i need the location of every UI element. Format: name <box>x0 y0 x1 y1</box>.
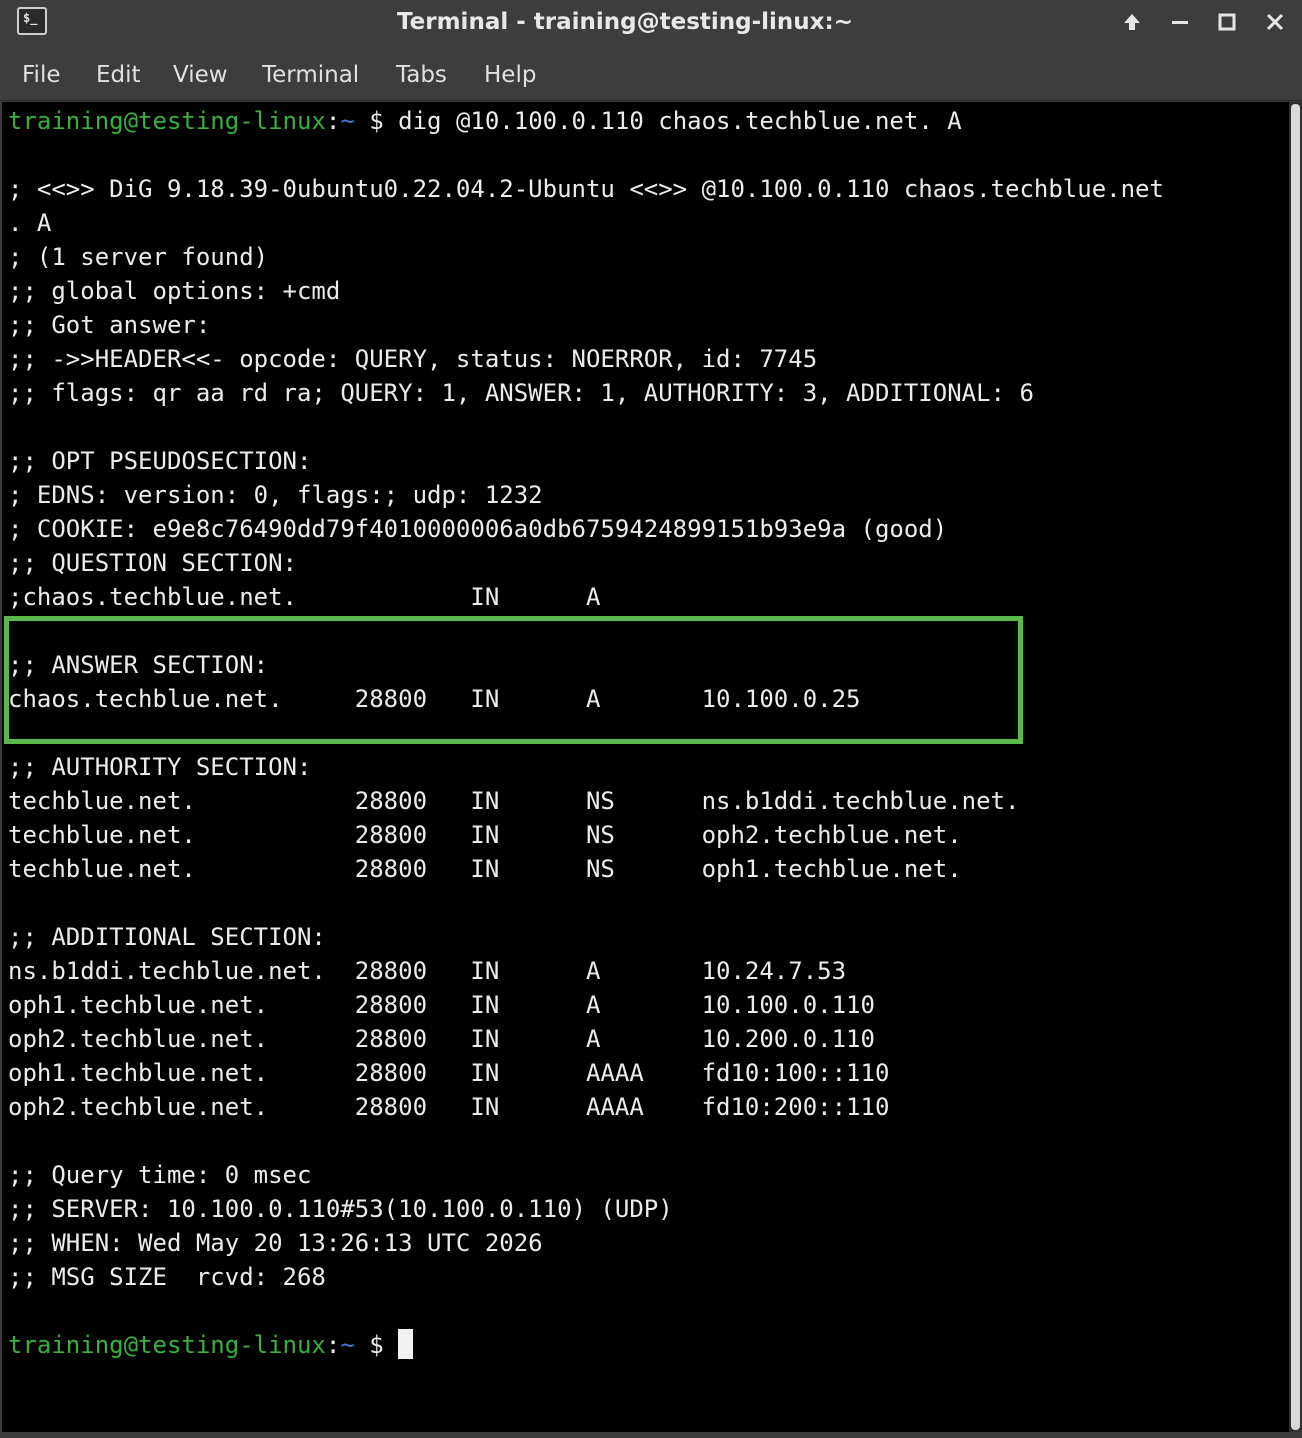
output-line: techblue.net. 28800 IN NS ns.b1ddi.techb… <box>8 787 1020 815</box>
output-line: ns.b1ddi.techblue.net. 28800 IN A 10.24.… <box>8 957 847 985</box>
active-prompt-line[interactable]: training@testing-linux:~ $ <box>8 1328 414 1362</box>
prompt-colon: : <box>325 1331 341 1359</box>
output-line: ; (1 server found) <box>8 243 269 271</box>
output-line: ; COOKIE: e9e8c76490dd79f4010000006a0db6… <box>8 515 948 543</box>
terminal-window: $_ Terminal - training@testing-linux:~ F… <box>0 0 1302 1438</box>
output-line: ;; MSG SIZE rcvd: 268 <box>8 1263 326 1291</box>
menu-edit[interactable]: Edit <box>96 44 141 100</box>
output-line: ; <<>> DiG 9.18.39-0ubuntu0.22.04.2-Ubun… <box>8 175 1164 203</box>
menu-bar: File Edit View Terminal Tabs Help <box>0 44 1302 101</box>
maximize-icon[interactable] <box>1207 0 1247 44</box>
prompt-path: ~ <box>340 1331 355 1359</box>
output-line: ;; AUTHORITY SECTION: <box>8 753 312 781</box>
output-line: oph1.techblue.net. 28800 IN AAAA fd10:10… <box>8 1059 890 1087</box>
output-line: ;; Query time: 0 msec <box>8 1161 312 1189</box>
prompt-colon: : <box>325 107 341 135</box>
window-title: Terminal - training@testing-linux:~ <box>397 9 853 35</box>
prompt-user-host: training@testing-linux <box>8 107 326 135</box>
title-bar[interactable]: $_ Terminal - training@testing-linux:~ <box>0 0 1302 44</box>
prompt-path: ~ <box>340 107 355 135</box>
output-line: ;; OPT PSEUDOSECTION: <box>8 447 312 475</box>
menu-file[interactable]: File <box>22 44 61 100</box>
output-line: ;; ->>HEADER<<- opcode: QUERY, status: N… <box>8 345 818 373</box>
output-line: oph1.techblue.net. 28800 IN A 10.100.0.1… <box>8 991 875 1019</box>
command-text: dig @10.100.0.110 chaos.techblue.net. A <box>398 107 962 135</box>
output-line: oph2.techblue.net. 28800 IN AAAA fd10:20… <box>8 1093 890 1121</box>
close-icon[interactable] <box>1255 0 1295 44</box>
menu-tabs[interactable]: Tabs <box>396 44 447 100</box>
output-line: techblue.net. 28800 IN NS oph2.techblue.… <box>8 821 962 849</box>
output-line: oph2.techblue.net. 28800 IN A 10.200.0.1… <box>8 1025 875 1053</box>
window-bottom-border <box>0 1432 1302 1438</box>
output-line: ;; flags: qr aa rd ra; QUERY: 1, ANSWER:… <box>8 379 1034 407</box>
output-line: . A <box>8 209 52 237</box>
output-line: ;; global options: +cmd <box>8 277 341 305</box>
terminal-output[interactable]: training@testing-linux:~ $ dig @10.100.0… <box>2 102 1289 1432</box>
output-line: ;; QUESTION SECTION: <box>8 549 297 577</box>
output-line: ;; ADDITIONAL SECTION: <box>8 923 326 951</box>
output-line: ;chaos.techblue.net. IN A <box>8 583 601 611</box>
prompt-user-host: training@testing-linux <box>8 1331 326 1359</box>
output-line: ; EDNS: version: 0, flags:; udp: 1232 <box>8 481 543 509</box>
arrow-up-icon[interactable] <box>1112 0 1152 44</box>
command-line: training@testing-linux:~ $ dig @10.100.0… <box>8 104 962 138</box>
output-line: ;; SERVER: 10.100.0.110#53(10.100.0.110)… <box>8 1195 673 1223</box>
scrollbar[interactable] <box>1289 102 1302 1432</box>
prompt-symbol: $ <box>354 107 399 135</box>
menu-view[interactable]: View <box>173 44 228 100</box>
text-cursor <box>398 1329 414 1359</box>
output-line: ;; Got answer: <box>8 311 211 339</box>
prompt-symbol: $ <box>354 1331 399 1359</box>
answer-section-highlight <box>4 616 1023 744</box>
output-line: techblue.net. 28800 IN NS oph1.techblue.… <box>8 855 962 883</box>
scrollbar-thumb[interactable] <box>1291 104 1300 1430</box>
menu-help[interactable]: Help <box>484 44 536 100</box>
minimize-icon[interactable] <box>1160 0 1200 44</box>
output-line: ;; WHEN: Wed May 20 13:26:13 UTC 2026 <box>8 1229 543 1257</box>
menu-terminal[interactable]: Terminal <box>262 44 359 100</box>
